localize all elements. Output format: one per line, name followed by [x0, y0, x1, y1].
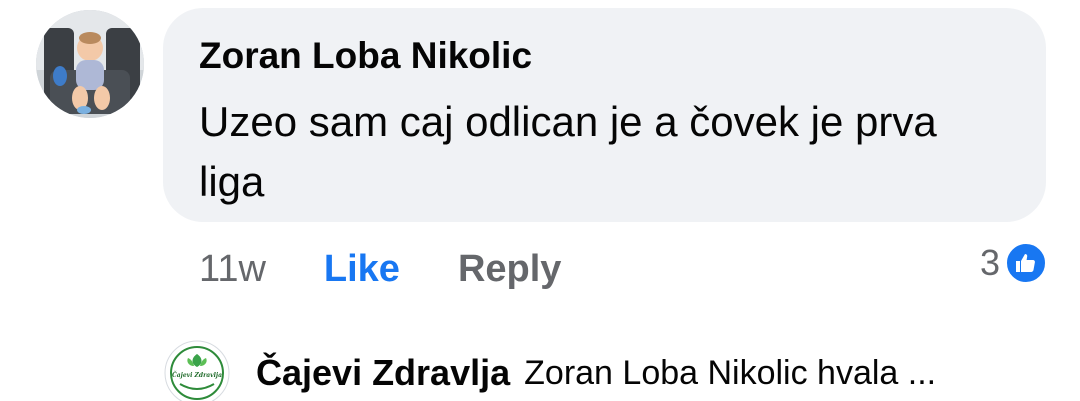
reply-author[interactable]: Čajevi Zdravlja	[256, 352, 510, 394]
thumbs-up-icon	[1004, 241, 1048, 285]
reply-avatar-logo-text: Čajevi Zdravlja	[172, 371, 222, 379]
reply-preview[interactable]: Čajevi Zdravlja Čajevi Zdravlja Zoran Lo…	[164, 338, 936, 401]
comment-actions: 11w Like Reply	[199, 244, 561, 294]
reply-button[interactable]: Reply	[458, 248, 561, 291]
comment-bubble: Zoran Loba Nikolic Uzeo sam caj odlican …	[163, 8, 1046, 222]
comment-thread: Zoran Loba Nikolic Uzeo sam caj odlican …	[0, 0, 1080, 401]
reply-snippet: Zoran Loba Nikolic hvala ...	[524, 353, 937, 392]
reaction-count: 3	[979, 242, 1000, 283]
commenter-avatar[interactable]	[36, 10, 144, 118]
like-button[interactable]: Like	[324, 248, 400, 291]
comment-timestamp[interactable]: 11w	[199, 248, 266, 291]
reaction-summary[interactable]: 3	[980, 240, 1048, 286]
cajevi-zdravlja-logo-icon: Čajevi Zdravlja	[164, 340, 230, 401]
comment-author[interactable]: Zoran Loba Nikolic	[199, 35, 532, 77]
reply-avatar[interactable]: Čajevi Zdravlja	[164, 340, 230, 401]
comment-text: Uzeo sam caj odlican je a čovek je prva …	[199, 98, 937, 205]
baby-photo-icon	[36, 10, 144, 118]
